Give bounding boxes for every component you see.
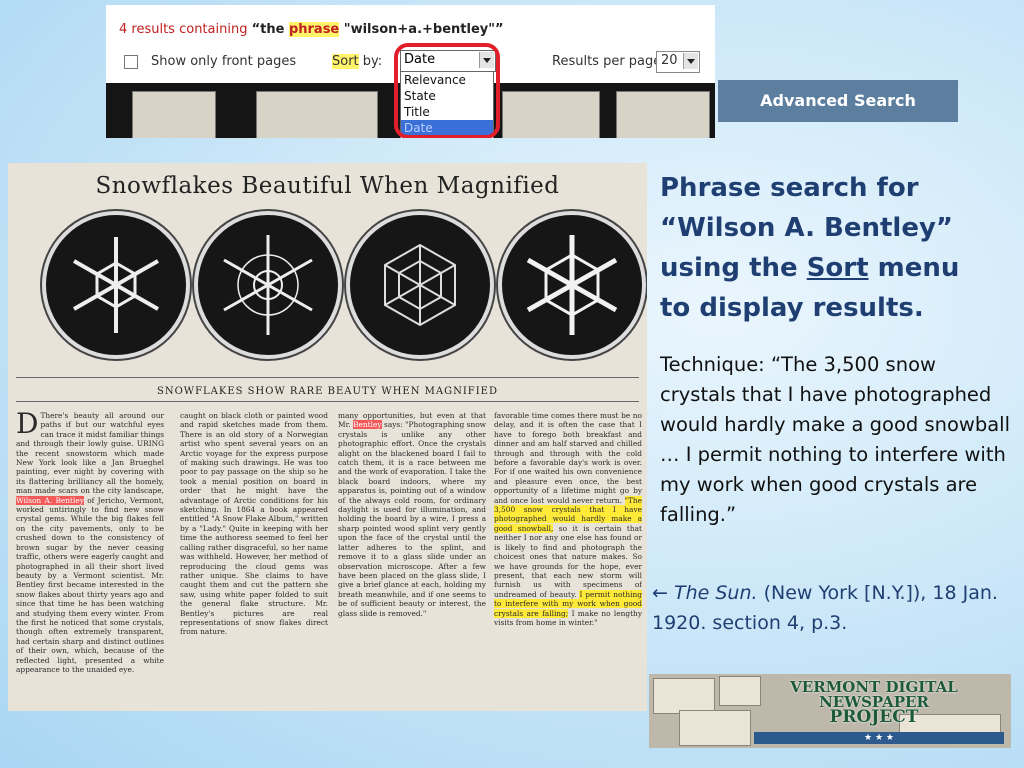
newspaper-clipping: Snowflakes Beautiful When Magnified SNOW… xyxy=(8,163,647,711)
title-line: using the Sort menu xyxy=(660,248,1010,288)
newspaper-column: many opportunities, but even at that Mr.… xyxy=(338,411,486,618)
title-line: to display results. xyxy=(660,293,924,323)
thumbnail[interactable] xyxy=(616,91,710,138)
front-pages-checkbox[interactable] xyxy=(124,55,138,69)
thumbnail[interactable] xyxy=(132,91,216,138)
sort-word-highlight: Sort xyxy=(332,54,359,69)
snowflake-photo xyxy=(346,211,494,359)
query-rest: "wilson+a.+bentley"” xyxy=(339,22,504,37)
title-fragment: menu xyxy=(868,253,960,283)
photo-caption: SNOWFLAKES SHOW RARE BEAUTY WHEN MAGNIFI… xyxy=(157,386,498,397)
newspaper-column: caught on black cloth or painted wood an… xyxy=(180,411,328,637)
query-phrase-highlight: phrase xyxy=(288,22,340,37)
citation-source: The Sun. xyxy=(673,582,758,604)
title-fragment: using the xyxy=(660,253,807,283)
snowflake-photo xyxy=(194,211,342,359)
sort-by-suffix: by: xyxy=(358,54,383,69)
sort-underlined-word: Sort xyxy=(806,253,869,283)
newspaper-headline: Snowflakes Beautiful When Magnified xyxy=(95,173,560,199)
arrow-left-icon: ← xyxy=(652,582,674,604)
results-per-page-select[interactable]: 20 xyxy=(656,51,700,73)
title-line: “Wilson A. Bentley” xyxy=(660,213,953,243)
newspaper-column: D There's beauty all around our paths if … xyxy=(16,411,164,674)
search-results-screenshot: 4 results containing “the phrase "wilson… xyxy=(106,5,715,138)
thumbnail[interactable] xyxy=(256,91,378,138)
star-strip: ★ ★ ★ xyxy=(754,732,1004,744)
snowflake-photo xyxy=(42,211,190,359)
query-open: “the xyxy=(251,22,289,37)
vermont-digital-newspaper-project-logo: VERMONT DIGITAL NEWSPAPER PROJECT ★ ★ ★ xyxy=(649,674,1011,748)
technique-quote: Technique: “The 3,500 snow crystals that… xyxy=(660,353,1011,526)
title-line: Phrase search for xyxy=(660,173,919,203)
results-per-page-value: 20 xyxy=(661,53,678,68)
logo-line: PROJECT xyxy=(829,707,919,727)
slide-title: Phrase search for “Wilson A. Bentley” us… xyxy=(660,168,1010,328)
results-per-page-label: Results per page: xyxy=(552,54,666,69)
divider xyxy=(16,377,639,378)
results-summary: 4 results containing “the phrase "wilson… xyxy=(119,22,504,37)
divider xyxy=(16,401,639,402)
snowflake-photo xyxy=(498,211,646,359)
logo-text: VERMONT DIGITAL NEWSPAPER PROJECT xyxy=(759,680,989,727)
front-pages-label: Show only front pages xyxy=(151,54,297,69)
chevron-down-icon[interactable] xyxy=(683,53,698,69)
citation: ← The Sun. (New York [N.Y.]), 18 Jan. 19… xyxy=(652,578,1017,638)
newspaper-column: favorable time comes there must be no de… xyxy=(494,411,642,627)
sort-by-label: Sort by: xyxy=(332,54,382,69)
thumbnail[interactable] xyxy=(502,91,600,138)
sort-menu-highlight-ring xyxy=(394,43,500,138)
advanced-search-button[interactable]: Advanced Search xyxy=(718,80,958,122)
results-count-text: 4 results containing xyxy=(119,22,248,37)
